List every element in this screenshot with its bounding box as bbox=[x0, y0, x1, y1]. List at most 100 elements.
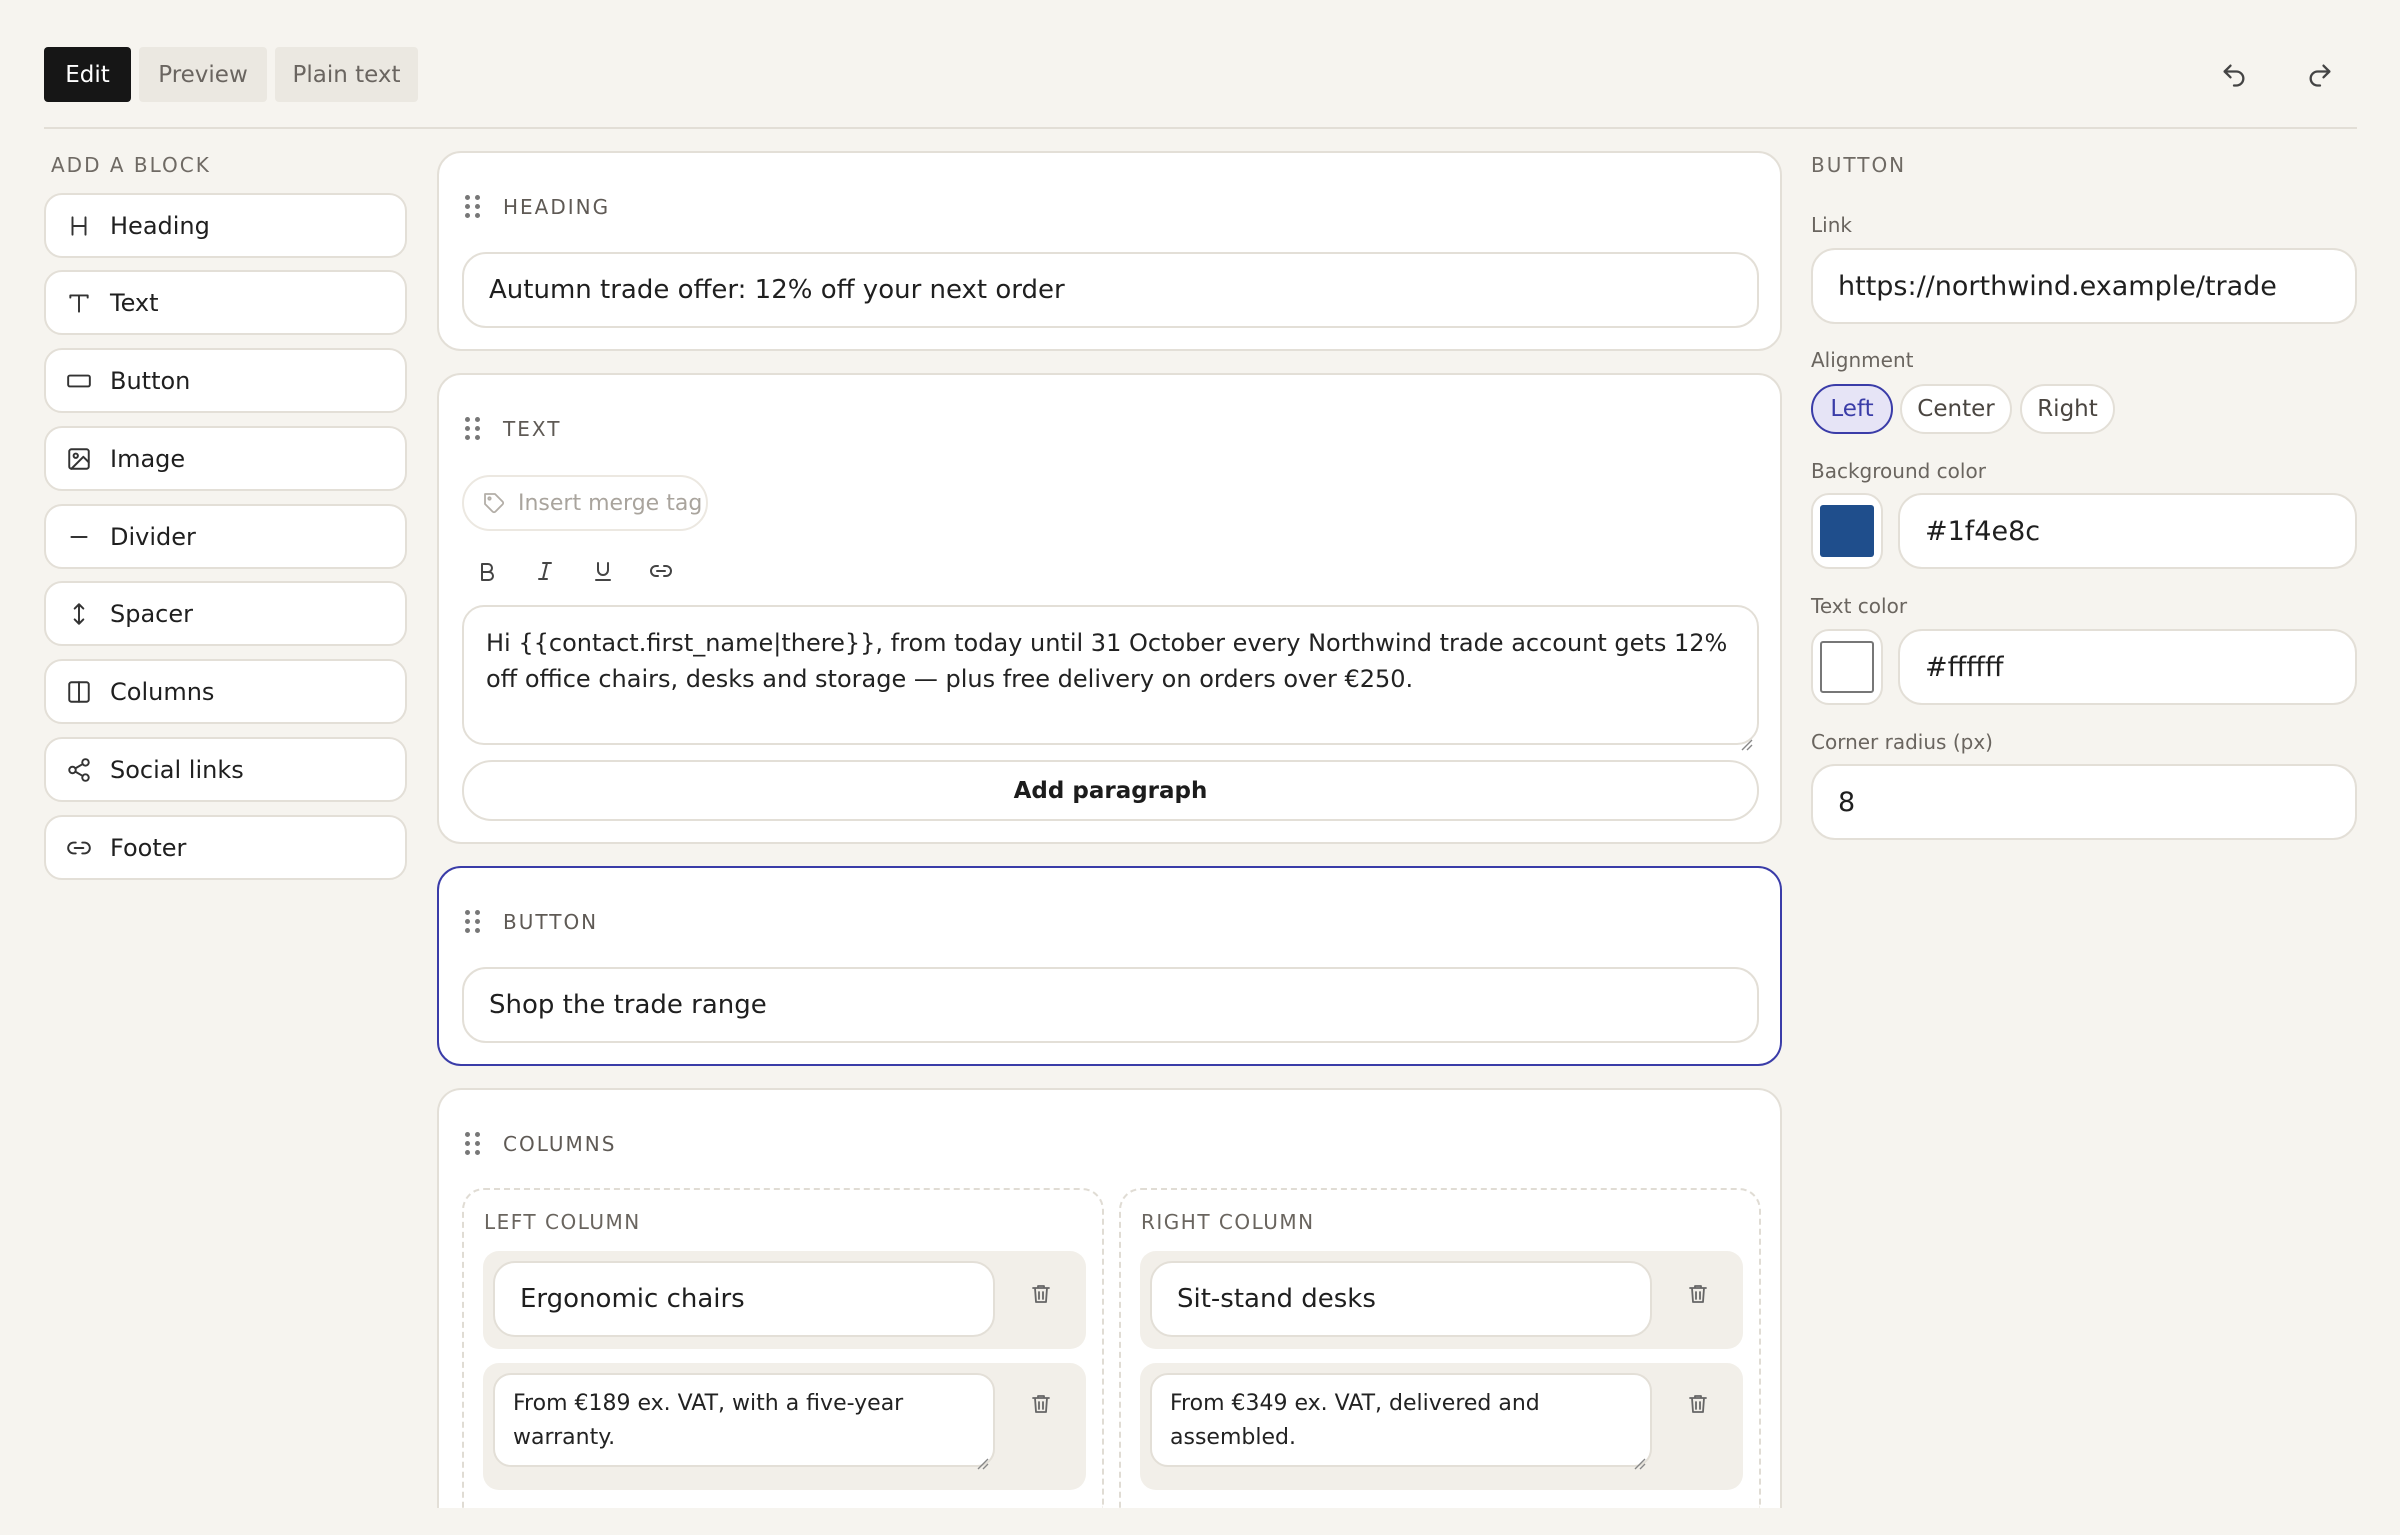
tab-edit[interactable]: Edit bbox=[44, 47, 131, 102]
spacer-icon bbox=[64, 599, 94, 629]
palette-item-label: Heading bbox=[110, 211, 210, 240]
bold-button[interactable] bbox=[469, 553, 505, 589]
link-label: Link bbox=[1811, 213, 1852, 237]
palette-item-label: Image bbox=[110, 444, 186, 473]
palette-item-image[interactable]: Image bbox=[44, 426, 407, 491]
underline-button[interactable] bbox=[585, 553, 621, 589]
drag-handle-icon[interactable] bbox=[465, 417, 481, 441]
corner-radius-input[interactable]: 8 bbox=[1811, 764, 2357, 840]
delete-item-button[interactable] bbox=[1683, 1389, 1713, 1419]
block-title: TEXT bbox=[503, 417, 562, 441]
text-body-textarea[interactable]: Hi {{contact.first_name|there}}, from to… bbox=[462, 605, 1759, 751]
divider-icon bbox=[64, 522, 94, 552]
palette-item-social-links[interactable]: Social links bbox=[44, 737, 407, 802]
right-column: RIGHT COLUMN Sit-stand desks From €349 e… bbox=[1119, 1188, 1761, 1508]
delete-item-button[interactable] bbox=[1026, 1279, 1056, 1309]
palette-item-text[interactable]: Text bbox=[44, 270, 407, 335]
trash-icon bbox=[1032, 1285, 1050, 1303]
italic-icon bbox=[538, 562, 552, 580]
background-color-input[interactable]: #1f4e8c bbox=[1898, 493, 2357, 569]
button-block[interactable]: BUTTON Shop the trade range bbox=[437, 866, 1782, 1066]
merge-tag-label: Insert merge tag bbox=[518, 490, 703, 516]
tab-plain-text[interactable]: Plain text bbox=[275, 47, 418, 102]
align-center-button[interactable]: Center bbox=[1900, 384, 2012, 434]
block-title: HEADING bbox=[503, 195, 611, 219]
heading-block[interactable]: HEADING Autumn trade offer: 12% off your… bbox=[437, 151, 1782, 351]
columns-block[interactable]: COLUMNS LEFT COLUMN Ergonomic chairs Fro… bbox=[437, 1088, 1782, 1508]
corner-radius-label: Corner radius (px) bbox=[1811, 730, 1993, 754]
text-color-preview bbox=[1820, 641, 1874, 693]
link-input[interactable]: https://northwind.example/trade bbox=[1811, 248, 2357, 324]
text-color-label: Text color bbox=[1811, 594, 1908, 618]
heading-icon bbox=[64, 211, 94, 241]
palette-item-heading[interactable]: Heading bbox=[44, 193, 407, 258]
background-color-swatch[interactable] bbox=[1811, 493, 1883, 569]
text-icon bbox=[64, 288, 94, 318]
palette-item-label: Social links bbox=[110, 755, 244, 784]
column-title: LEFT COLUMN bbox=[484, 1210, 641, 1234]
column-body: From €349 ex. VAT, delivered and assembl… bbox=[1170, 1391, 1540, 1450]
left-column: LEFT COLUMN Ergonomic chairs From €189 e… bbox=[462, 1188, 1104, 1508]
drag-handle-icon[interactable] bbox=[465, 910, 481, 934]
link-icon bbox=[650, 565, 672, 577]
undo-icon bbox=[2223, 64, 2245, 87]
column-item: Sit-stand desks bbox=[1140, 1251, 1743, 1349]
link-icon bbox=[64, 833, 94, 863]
palette-item-footer[interactable]: Footer bbox=[44, 815, 407, 880]
toolbar-divider bbox=[44, 127, 2357, 129]
palette-item-label: Button bbox=[110, 366, 191, 395]
text-body: Hi {{contact.first_name|there}}, from to… bbox=[486, 629, 1728, 693]
bold-icon bbox=[481, 563, 494, 581]
column-heading-input[interactable]: Sit-stand desks bbox=[1150, 1261, 1652, 1337]
delete-item-button[interactable] bbox=[1683, 1279, 1713, 1309]
align-left-button[interactable]: Left bbox=[1811, 384, 1893, 434]
palette-title: ADD A BLOCK bbox=[51, 153, 211, 177]
palette-item-columns[interactable]: Columns bbox=[44, 659, 407, 724]
column-item: From €349 ex. VAT, delivered and assembl… bbox=[1140, 1363, 1743, 1490]
column-title: RIGHT COLUMN bbox=[1141, 1210, 1315, 1234]
undo-button[interactable] bbox=[2212, 55, 2256, 95]
text-color-swatch[interactable] bbox=[1811, 629, 1883, 705]
trash-icon bbox=[1032, 1395, 1050, 1413]
text-color-input[interactable]: #ffffff bbox=[1898, 629, 2357, 705]
column-heading-input[interactable]: Ergonomic chairs bbox=[493, 1261, 995, 1337]
align-right-button[interactable]: Right bbox=[2020, 384, 2115, 434]
image-icon bbox=[64, 444, 94, 474]
italic-button[interactable] bbox=[527, 553, 563, 589]
insert-merge-tag-button[interactable]: Insert merge tag bbox=[462, 475, 708, 531]
palette-item-label: Divider bbox=[110, 522, 196, 551]
block-title: COLUMNS bbox=[503, 1132, 617, 1156]
share-icon bbox=[64, 755, 94, 785]
column-body-textarea[interactable]: From €349 ex. VAT, delivered and assembl… bbox=[1150, 1373, 1652, 1470]
drag-handle-icon[interactable] bbox=[465, 1132, 481, 1156]
columns-icon bbox=[64, 677, 94, 707]
resize-handle-icon[interactable] bbox=[1739, 725, 1753, 751]
add-paragraph-button[interactable]: Add paragraph bbox=[462, 760, 1759, 821]
text-block[interactable]: TEXT Insert merge tag Hi {{contact.first… bbox=[437, 373, 1782, 844]
resize-handle-icon[interactable] bbox=[1632, 1447, 1646, 1470]
button-icon bbox=[64, 366, 94, 396]
drag-handle-icon[interactable] bbox=[465, 195, 481, 219]
button-label-input[interactable]: Shop the trade range bbox=[462, 967, 1759, 1043]
background-color-preview bbox=[1820, 505, 1874, 557]
redo-icon bbox=[2309, 64, 2331, 87]
tag-icon bbox=[484, 493, 505, 514]
link-button[interactable] bbox=[643, 553, 679, 589]
alignment-label: Alignment bbox=[1811, 348, 1914, 372]
palette-item-button[interactable]: Button bbox=[44, 348, 407, 413]
palette-item-label: Spacer bbox=[110, 599, 194, 628]
column-item: From €189 ex. VAT, with a five-year warr… bbox=[483, 1363, 1086, 1490]
trash-icon bbox=[1689, 1285, 1707, 1303]
tab-preview[interactable]: Preview bbox=[139, 47, 267, 102]
column-body-textarea[interactable]: From €189 ex. VAT, with a five-year warr… bbox=[493, 1373, 995, 1470]
column-item: Ergonomic chairs bbox=[483, 1251, 1086, 1349]
block-title: BUTTON bbox=[503, 910, 599, 934]
palette-item-spacer[interactable]: Spacer bbox=[44, 581, 407, 646]
resize-handle-icon[interactable] bbox=[975, 1447, 989, 1470]
underline-icon bbox=[595, 562, 611, 581]
palette-item-divider[interactable]: Divider bbox=[44, 504, 407, 569]
heading-input[interactable]: Autumn trade offer: 12% off your next or… bbox=[462, 252, 1759, 328]
trash-icon bbox=[1689, 1395, 1707, 1413]
delete-item-button[interactable] bbox=[1026, 1389, 1056, 1419]
redo-button[interactable] bbox=[2298, 55, 2342, 95]
